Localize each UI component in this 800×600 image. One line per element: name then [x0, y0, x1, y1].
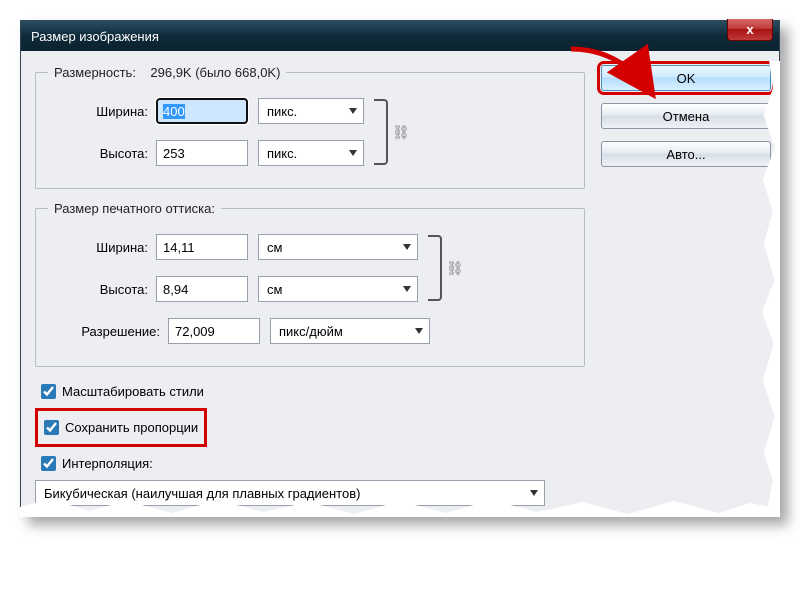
resolution-input[interactable]: [168, 318, 260, 344]
pixel-height-input[interactable]: [156, 140, 248, 166]
close-button[interactable]: x: [727, 19, 773, 41]
constrain-proportions-checkbox[interactable]: [44, 420, 59, 435]
close-icon: x: [746, 22, 753, 37]
height-label: Высота:: [48, 146, 156, 161]
chevron-down-icon: [349, 108, 357, 114]
scale-styles-label: Масштабировать стили: [62, 384, 204, 399]
print-width-input[interactable]: [156, 234, 248, 260]
constrain-link-icon: ⛓: [374, 99, 410, 165]
window-title: Размер изображения: [31, 29, 159, 44]
ok-button[interactable]: OK: [601, 65, 771, 91]
interpolation-label: Интерполяция:: [62, 456, 153, 471]
pixel-dimensions-legend: Размерность: 296,9K (было 668,0K): [48, 65, 286, 80]
titlebar[interactable]: Размер изображения x: [21, 21, 779, 51]
print-height-unit-select[interactable]: см: [258, 276, 418, 302]
interpolation-select[interactable]: Бикубическая (наилучшая для плавных град…: [35, 480, 545, 506]
chevron-down-icon: [349, 150, 357, 156]
chain-icon: ⛓: [392, 124, 410, 141]
constrain-proportions-check-row[interactable]: Сохранить пропорции: [38, 415, 200, 440]
print-dimensions-group: Размер печатного оттиска: Ширина: см: [35, 201, 585, 367]
resolution-unit-select[interactable]: пикс/дюйм: [270, 318, 430, 344]
interpolation-check-row[interactable]: Интерполяция:: [35, 451, 585, 476]
pixel-width-unit-select[interactable]: пикс.: [258, 98, 364, 124]
print-height-input[interactable]: [156, 276, 248, 302]
interpolation-checkbox[interactable]: [41, 456, 56, 471]
scale-styles-check-row[interactable]: Масштабировать стили: [35, 379, 585, 404]
image-size-dialog: Размер изображения x Размерность: 296,9K…: [20, 20, 780, 517]
chevron-down-icon: [530, 490, 538, 496]
auto-button[interactable]: Авто...: [601, 141, 771, 167]
print-height-label: Высота:: [48, 282, 156, 297]
chevron-down-icon: [415, 328, 423, 334]
chevron-down-icon: [403, 244, 411, 250]
chevron-down-icon: [403, 286, 411, 292]
print-dimensions-legend: Размер печатного оттиска:: [48, 201, 221, 216]
width-label: Ширина:: [48, 104, 156, 119]
pixel-height-unit-select[interactable]: пикс.: [258, 140, 364, 166]
scale-styles-checkbox[interactable]: [41, 384, 56, 399]
print-width-label: Ширина:: [48, 240, 156, 255]
cancel-button[interactable]: Отмена: [601, 103, 771, 129]
pixel-width-input[interactable]: [156, 98, 248, 124]
resolution-label: Разрешение:: [48, 324, 168, 339]
print-width-unit-select[interactable]: см: [258, 234, 418, 260]
constrain-link-icon: ⛓: [428, 235, 464, 301]
pixel-dimensions-group: Размерность: 296,9K (было 668,0K) Ширина…: [35, 65, 585, 189]
chain-icon: ⛓: [446, 260, 464, 277]
constrain-proportions-label: Сохранить пропорции: [65, 420, 198, 435]
